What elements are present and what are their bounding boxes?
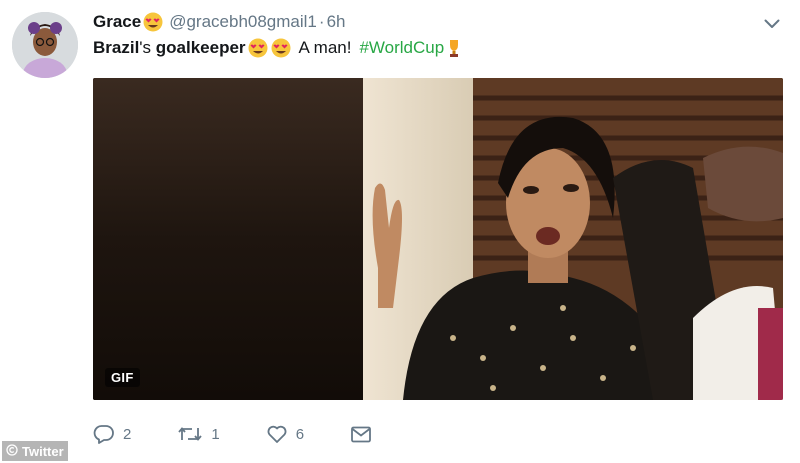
avatar-photo	[12, 12, 78, 78]
direct-message-button[interactable]	[350, 424, 380, 444]
reply-count: 2	[123, 425, 132, 443]
retweet-button[interactable]: 1	[177, 424, 220, 444]
tweet-header: Grace @gracebh08gmail1 · 6h	[93, 12, 345, 32]
twitter-watermark: Twitter	[2, 441, 68, 461]
copyright-icon	[6, 443, 18, 459]
trophy-icon	[447, 38, 461, 58]
heart-icon	[267, 425, 287, 443]
tweet-text-a-man: A man!	[298, 38, 352, 57]
chevron-down-icon[interactable]	[760, 14, 784, 34]
hashtag-link[interactable]: #WorldCup	[359, 38, 444, 58]
tweet-actions: 2 1 6	[93, 420, 493, 448]
author-handle[interactable]: @gracebh08gmail1	[169, 12, 317, 32]
gif-badge: GIF	[105, 368, 140, 387]
heart-eyes-emoji-icon	[247, 38, 269, 58]
tweet-media-gif[interactable]: GIF	[93, 78, 783, 400]
reply-button[interactable]: 2	[93, 424, 131, 444]
tweet-text-possessive: 's	[139, 38, 156, 57]
reply-icon	[93, 425, 114, 444]
gif-frame	[93, 78, 783, 400]
tweet-timestamp[interactable]: 6h	[327, 12, 346, 32]
author-name[interactable]: Grace	[93, 12, 141, 32]
retweet-icon	[178, 427, 203, 441]
tweet-text-goalkeeper: goalkeeper	[155, 38, 246, 57]
separator-dot: ·	[318, 12, 325, 31]
tweet-text: Brazil 's goalkeeper A man! #WorldCup	[93, 37, 461, 59]
retweet-count: 1	[211, 425, 220, 443]
avatar[interactable]	[12, 12, 78, 78]
heart-eyes-emoji-icon	[270, 38, 292, 58]
like-count: 6	[295, 425, 305, 443]
heart-eyes-emoji-icon	[142, 12, 164, 32]
tweet-text-brazil: Brazil	[93, 38, 140, 57]
envelope-icon	[351, 426, 371, 443]
watermark-label: Twitter	[22, 443, 64, 459]
like-button[interactable]: 6	[266, 424, 304, 444]
